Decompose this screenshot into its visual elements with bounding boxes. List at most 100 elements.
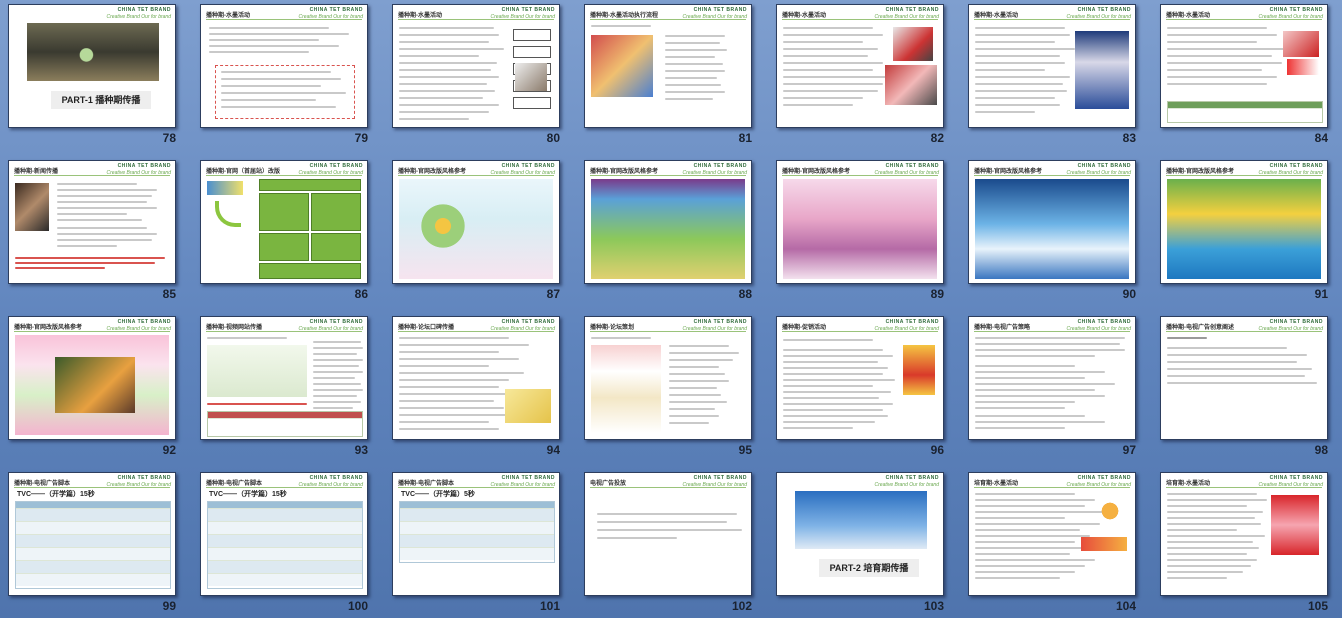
slide-preview[interactable]: CHINA TET BRAND Creative Brand Our for br… [584,160,752,284]
content-box [259,263,361,279]
title-rule [782,331,938,332]
slide-title: 播种期-官网改版风格参考 [782,169,850,175]
slide-preview[interactable]: CHINA TET BRAND Creative Brand Our for br… [584,4,752,128]
script-table [15,501,171,589]
slide-preview[interactable]: CHINA TET BRAND Creative Brand Our for br… [8,316,176,440]
slide-preview[interactable]: CHINA TET BRAND Creative Brand Our for br… [1160,472,1328,596]
text-line [399,379,509,381]
slide-image [885,65,937,105]
slide-image [1095,497,1125,525]
text-line [313,359,363,361]
slide-preview[interactable]: CHINA TET BRAND Creative Brand Our for br… [776,472,944,596]
slide-preview[interactable]: CHINA TET BRAND Creative Brand Our for br… [776,4,944,128]
text-line [209,45,339,47]
text-line [221,78,341,80]
text-line [207,337,287,339]
table-row [16,547,170,560]
text-line [313,377,355,379]
slide-thumbnail[interactable]: CHINA TET BRAND Creative Brand Our for br… [576,156,760,306]
text-line [1167,375,1305,377]
slide-preview[interactable]: CHINA TET BRAND Creative Brand Our for br… [392,160,560,284]
slide-preview[interactable]: CHINA TET BRAND Creative Brand Our for br… [8,472,176,596]
text-line [313,389,363,391]
slide-thumbnail[interactable]: CHINA TET BRAND Creative Brand Our for br… [576,468,760,618]
slide-preview[interactable]: CHINA TET BRAND Creative Brand Our for br… [200,472,368,596]
text-line [783,403,893,405]
slide-preview[interactable]: CHINA TET BRAND Creative Brand Our for br… [584,472,752,596]
slide-thumbnail[interactable]: CHINA TET BRAND Creative Brand Our for br… [192,468,376,618]
slide-thumbnail[interactable]: CHINA TET BRAND Creative Brand Our for br… [768,156,952,306]
slide-thumbnail[interactable]: CHINA TET BRAND Creative Brand Our for br… [576,0,760,150]
table-row [400,508,554,521]
slide-thumbnail[interactable]: CHINA TET BRAND Creative Brand Our for br… [0,468,184,618]
slide-thumbnail[interactable]: CHINA TET BRAND Creative Brand Our for br… [192,0,376,150]
brand-name: CHINA TET BRAND [1269,163,1323,169]
slide-thumbnail[interactable]: CHINA TET BRAND Creative Brand Our for br… [1152,312,1336,462]
text-line [1167,511,1263,513]
slide-thumbnail[interactable]: CHINA TET BRAND Creative Brand Our for br… [384,0,568,150]
brand-name: CHINA TET BRAND [693,7,747,13]
slide-title: 播种期-电视广告脚本 [206,481,262,487]
slide-preview[interactable]: CHINA TET BRAND Creative Brand Our for br… [968,316,1136,440]
slide-thumbnail[interactable]: CHINA TET BRAND Creative Brand Our for br… [960,468,1144,618]
slide-thumbnail[interactable]: CHINA TET BRAND Creative Brand Our for br… [384,312,568,462]
slide-thumbnail[interactable]: CHINA TET BRAND Creative Brand Our for br… [960,0,1144,150]
text-line [313,371,363,373]
text-line [975,34,1070,36]
slide-number: 99 [162,599,176,613]
slide-title: 播种期-视频网站传播 [206,325,262,331]
slide-thumbnail[interactable]: CHINA TET BRAND Creative Brand Our for br… [0,0,184,150]
slide-preview[interactable]: CHINA TET BRAND Creative Brand Our for br… [968,472,1136,596]
slide-preview[interactable]: CHINA TET BRAND Creative Brand Our for br… [200,316,368,440]
text-line [975,27,1065,29]
slide-image [207,181,243,195]
slide-title: 播种期-水墨活动 [206,13,250,19]
slide-preview[interactable]: CHINA TET BRAND Creative Brand Our for br… [392,316,560,440]
slide-thumbnail[interactable]: CHINA TET BRAND Creative Brand Our for br… [0,156,184,306]
slide-image [413,201,473,251]
slide-thumbnail[interactable]: CHINA TET BRAND Creative Brand Our for br… [0,312,184,462]
slide-preview[interactable]: CHINA TET BRAND Creative Brand Our for br… [392,4,560,128]
slide-preview[interactable]: CHINA TET BRAND Creative Brand Our for br… [200,4,368,128]
slide-image [1271,495,1319,555]
slide-thumbnail[interactable]: CHINA TET BRAND Creative Brand Our for br… [768,0,952,150]
slide-thumbnail[interactable]: CHINA TET BRAND Creative Brand Our for br… [1152,0,1336,150]
slide-preview[interactable]: CHINA TET BRAND Creative Brand Our for br… [8,160,176,284]
text-line [399,386,499,388]
slide-preview[interactable]: CHINA TET BRAND Creative Brand Our for br… [776,160,944,284]
text-line [665,63,723,65]
slide-preview[interactable]: CHINA TET BRAND Creative Brand Our for br… [1160,316,1328,440]
slide-thumbnail[interactable]: CHINA TET BRAND Creative Brand Our for br… [192,156,376,306]
text-line [975,365,1075,367]
slide-thumbnail[interactable]: CHINA TET BRAND Creative Brand Our for br… [192,312,376,462]
slide-preview[interactable]: CHINA TET BRAND Creative Brand Our for br… [968,4,1136,128]
slide-preview[interactable]: CHINA TET BRAND Creative Brand Our for br… [776,316,944,440]
slide-preview[interactable]: CHINA TET BRAND Creative Brand Our for br… [200,160,368,284]
text-line [1167,337,1207,339]
slide-preview[interactable]: CHINA TET BRAND Creative Brand Our for br… [8,4,176,128]
text-line [1167,347,1287,349]
data-table [1167,101,1323,123]
slide-thumbnail[interactable]: CHINA TET BRAND Creative Brand Our for br… [960,156,1144,306]
slide-thumbnail[interactable]: CHINA TET BRAND Creative Brand Our for br… [768,468,952,618]
slide-preview[interactable]: CHINA TET BRAND Creative Brand Our for br… [968,160,1136,284]
slide-thumbnail[interactable]: CHINA TET BRAND Creative Brand Our for br… [384,468,568,618]
slide-preview[interactable]: CHINA TET BRAND Creative Brand Our for br… [584,316,752,440]
slide-thumbnail[interactable]: CHINA TET BRAND Creative Brand Our for br… [960,312,1144,462]
slide-preview[interactable]: CHINA TET BRAND Creative Brand Our for br… [1160,160,1328,284]
slide-preview[interactable]: CHINA TET BRAND Creative Brand Our for br… [392,472,560,596]
slide-thumbnail[interactable]: CHINA TET BRAND Creative Brand Our for br… [1152,156,1336,306]
slide-thumbnail[interactable]: CHINA TET BRAND Creative Brand Our for br… [576,312,760,462]
slide-number: 96 [930,443,944,457]
slide-thumbnail[interactable]: CHINA TET BRAND Creative Brand Our for br… [384,156,568,306]
table-row [208,573,362,586]
slide-preview[interactable]: CHINA TET BRAND Creative Brand Our for br… [1160,4,1328,128]
text-line [975,76,1070,78]
slide-thumbnail[interactable]: CHINA TET BRAND Creative Brand Our for br… [768,312,952,462]
text-line [209,27,329,29]
brand-name: CHINA TET BRAND [1269,7,1323,13]
text-line [669,359,733,361]
tvc-title: TVC——（开学篇）15秒 [17,491,95,498]
text-line [783,76,893,78]
slide-thumbnail[interactable]: CHINA TET BRAND Creative Brand Our for br… [1152,468,1336,618]
